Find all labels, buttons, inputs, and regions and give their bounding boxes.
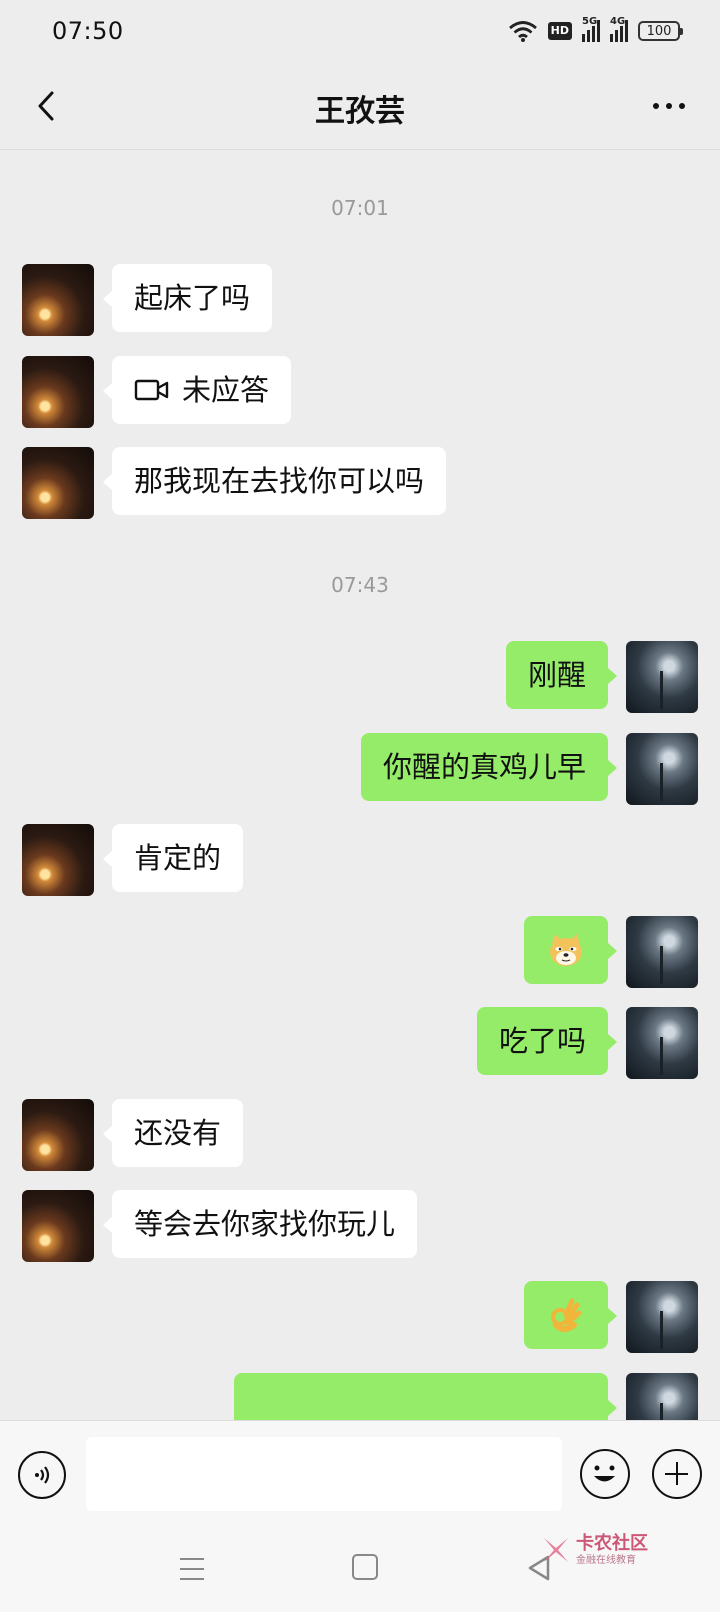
contact-avatar[interactable] [22,824,94,896]
chat-screen: 07:50 HD 5G 4G 100 王孜芸 07:01 起床了吗 未应答 那我… [0,0,720,1612]
message-bubble[interactable]: 你醒的真鸡儿早 [360,733,618,801]
contact-avatar[interactable] [22,264,94,336]
video-camera-icon [134,379,169,401]
message-list[interactable]: 07:01 起床了吗 未应答 那我现在去找你可以吗 07:43 刚醒 你醒的真鸡… [0,150,720,1420]
contact-avatar[interactable] [22,447,94,519]
message-outgoing [524,916,698,988]
message-bubble[interactable]: 还没有 [102,1099,244,1167]
message-bubble[interactable] [234,1373,617,1420]
doge-emoji-icon [550,934,582,966]
message-input[interactable] [86,1437,562,1511]
voice-icon [35,1466,50,1484]
battery-indicator: 100 [638,21,683,41]
message-outgoing: 你醒的真鸡儿早 [360,733,698,805]
video-call-status: 未应答 [182,373,270,407]
message-bubble[interactable]: 刚醒 [505,641,618,709]
more-button[interactable] [644,84,694,128]
watermark-logo-icon [544,1538,568,1562]
message-bubble[interactable]: 起床了吗 [102,264,273,332]
input-bar [0,1420,720,1526]
chat-header: 王孜芸 [0,64,720,150]
more-dots-icon [653,103,685,109]
emoji-bubble[interactable] [524,1281,617,1349]
status-time: 07:50 [52,17,124,45]
network-5g-label: 5G [582,16,598,27]
message-bubble[interactable]: 吃了吗 [476,1007,618,1075]
watermark-subtitle: 金融在线教育 [576,1555,636,1566]
hd-badge: HD [547,22,572,40]
message-incoming: 等会去你家找你玩儿 [22,1190,418,1262]
contact-avatar[interactable] [22,1099,94,1171]
signal-5g-icon: 5G [582,16,600,42]
message-incoming: 那我现在去找你可以吗 [22,447,447,519]
message-outgoing-partial [234,1373,698,1420]
signal-4g-icon: 4G [610,16,628,42]
my-avatar[interactable] [626,1281,698,1353]
my-avatar[interactable] [626,1007,698,1079]
chat-title: 王孜芸 [315,94,405,129]
ok-hand-emoji-icon [551,1298,582,1332]
video-call-bubble[interactable]: 未应答 [102,356,292,424]
message-incoming: 还没有 [22,1099,244,1171]
message-outgoing: 吃了吗 [476,1007,698,1079]
status-bar: 07:50 HD 5G 4G 100 [0,0,720,64]
menu-icon[interactable] [176,1552,210,1586]
more-functions-button[interactable] [652,1449,702,1499]
timestamp: 07:43 [331,573,389,597]
message-incoming: 未应答 [22,356,292,428]
home-icon[interactable] [352,1554,378,1580]
my-avatar[interactable] [626,733,698,805]
emoji-button[interactable] [580,1449,630,1499]
message-incoming: 起床了吗 [22,264,273,336]
watermark: 卡农社区 金融在线教育 [540,1526,690,1574]
my-avatar[interactable] [626,916,698,988]
message-outgoing: 刚醒 [505,641,698,713]
voice-button[interactable] [18,1451,66,1499]
emoji-bubble[interactable] [524,916,617,984]
my-avatar[interactable] [626,1373,698,1420]
contact-avatar[interactable] [22,356,94,428]
network-4g-label: 4G [610,16,626,27]
message-outgoing [524,1281,698,1353]
contact-avatar[interactable] [22,1190,94,1262]
message-bubble[interactable]: 肯定的 [102,824,244,892]
message-incoming: 肯定的 [22,824,244,896]
message-bubble[interactable]: 那我现在去找你可以吗 [102,447,447,515]
my-avatar[interactable] [626,641,698,713]
timestamp: 07:01 [331,196,389,220]
status-icons: HD 5G 4G 100 [508,16,683,42]
message-bubble[interactable]: 等会去你家找你玩儿 [102,1190,418,1258]
smiley-icon [594,1465,615,1482]
watermark-title: 卡农社区 [576,1533,648,1554]
wifi-icon [508,21,537,42]
